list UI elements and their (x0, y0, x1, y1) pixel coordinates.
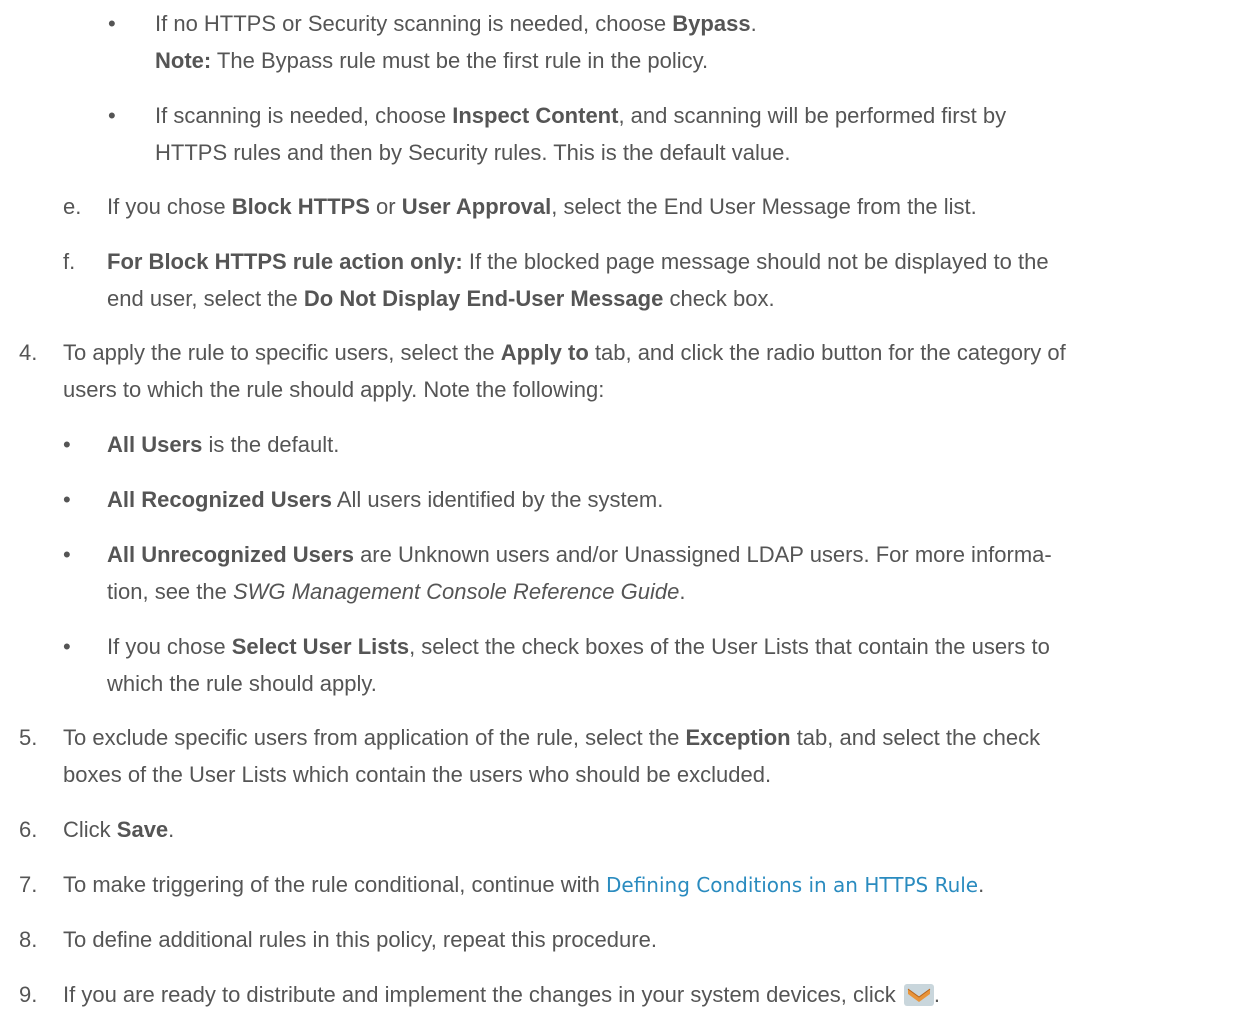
bullet-marker: • (63, 634, 71, 659)
all-users-text: All Users is the default. (107, 432, 340, 457)
step-number: 8. (19, 927, 38, 952)
step-4-line-2: users to which the rule should apply. No… (63, 377, 605, 402)
step-e-text: If you chose Block HTTPS or User Approva… (107, 194, 977, 219)
select-user-lists-line-1: If you chose Select User Lists, select t… (107, 634, 1050, 659)
step-4-line-1: To apply the rule to specific users, sel… (63, 340, 1066, 365)
step-5-line-1: To exclude specific users from applicati… (63, 725, 1041, 750)
step-number: 6. (19, 817, 38, 842)
commit-changes-icon[interactable] (903, 980, 934, 1006)
reference-guide-title: SWG Management Console Reference Guide (232, 579, 680, 604)
unrecognized-line-1: All Unrecognized Users are Unknown users… (107, 542, 1052, 567)
step-f-line-1: For Block HTTPS rule action only: If the… (107, 249, 1049, 274)
unrecognized-line-2: tion, see the SWG Management Console Ref… (107, 579, 686, 604)
select-user-lists-line-2: which the rule should apply. (107, 671, 377, 696)
step-6-text: Click Save. (63, 817, 175, 842)
step-number: 5. (19, 725, 38, 750)
bypass-line: If no HTTPS or Security scanning is need… (155, 11, 757, 36)
bullet-marker: • (108, 11, 116, 36)
step-9-text: If you are ready to distribute and imple… (63, 980, 940, 1007)
step-f-line-2: end user, select the Do Not Display End-… (107, 286, 775, 311)
all-recognized-users-text: All Recognized Users All users identifie… (107, 487, 664, 512)
step-8-text: To define additional rules in this polic… (63, 927, 657, 952)
bullet-marker: • (63, 542, 71, 567)
step-label: e. (63, 194, 82, 219)
step-label: f. (63, 249, 76, 274)
step-number: 7. (19, 872, 38, 897)
bypass-note: Note: The Bypass rule must be the first … (155, 48, 709, 73)
inspect-line-1: If scanning is needed, choose Inspect Co… (155, 103, 1007, 128)
bullet-marker: • (63, 432, 71, 457)
step-number: 4. (19, 340, 38, 365)
bullet-marker: • (63, 487, 71, 512)
bullet-marker: • (108, 103, 116, 128)
defining-conditions-link[interactable]: Defining Conditions in an HTTPS Rule (606, 873, 978, 897)
step-7-text: To make triggering of the rule condition… (63, 872, 985, 897)
step-number: 9. (19, 982, 38, 1007)
step-5-line-2: boxes of the User Lists which contain th… (63, 762, 772, 787)
inspect-line-2: HTTPS rules and then by Security rules. … (155, 140, 791, 165)
